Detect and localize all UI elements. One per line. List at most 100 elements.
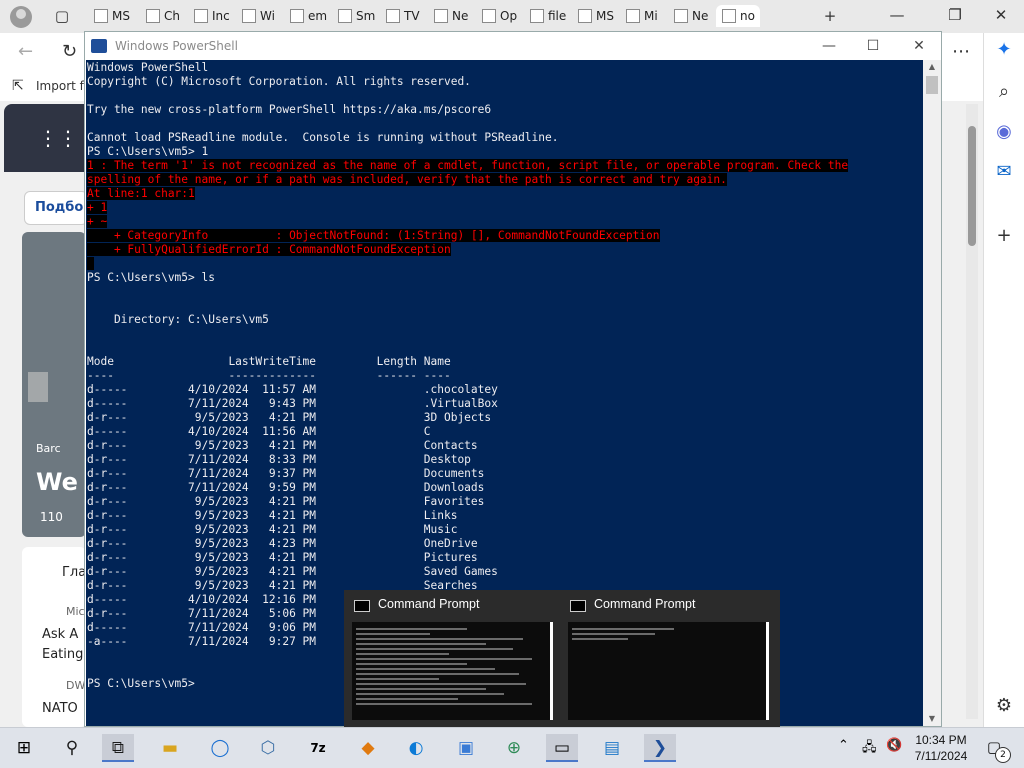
file-explorer-icon[interactable]: ▬: [154, 734, 186, 762]
browser-tab[interactable]: Mi: [620, 5, 670, 27]
virtualbox-icon[interactable]: ⬡: [252, 734, 284, 762]
scroll-up-icon[interactable]: ▲: [923, 60, 941, 74]
settings-gear-icon[interactable]: ⚙: [993, 695, 1015, 717]
tab-favicon-icon: [338, 9, 352, 23]
carousel-prev-icon[interactable]: [28, 372, 48, 402]
system-clock[interactable]: 10:34 PM 7/11/2024: [910, 732, 972, 764]
browser-tab[interactable]: Wi: [236, 5, 286, 27]
tab-label: Ne: [452, 9, 469, 23]
thumbnail-preview[interactable]: [568, 622, 769, 720]
console-line: d-r--- 9/5/2023 4:21 PM Saved Games: [87, 565, 848, 579]
thumbnail-command-prompt-2[interactable]: Command Prompt: [560, 590, 778, 728]
scroll-thumb[interactable]: [926, 76, 938, 94]
search-icon[interactable]: ⚲: [56, 734, 88, 762]
news-item-source: Mic: [66, 605, 85, 618]
browser-tab[interactable]: Sm: [332, 5, 382, 27]
news-card-image[interactable]: Barc We 110: [22, 232, 86, 537]
network-status-icon[interactable]: 🖧: [862, 738, 877, 760]
new-tab-button[interactable]: +: [818, 5, 842, 27]
console-line: d-r--- 7/11/2024 8:33 PM Desktop: [87, 453, 848, 467]
browser-tab[interactable]: Ne: [668, 5, 718, 27]
news-item-title[interactable]: Ask A: [42, 627, 78, 642]
console-line: d-r--- 7/11/2024 9:59 PM Downloads: [87, 481, 848, 495]
powershell-icon[interactable]: ❯: [644, 734, 676, 762]
browser-restore-icon[interactable]: ❐: [940, 4, 970, 26]
console-line-text: spelling of the name, or if a path was i…: [87, 173, 727, 186]
copilot-icon[interactable]: ✦: [993, 39, 1015, 61]
console-line-text: + FullyQualifiedErrorId : CommandNotFoun…: [87, 243, 451, 256]
browser-tab[interactable]: file: [524, 5, 574, 27]
taskbar-thumbnail-popup: Command Prompt Command Prompt: [344, 590, 780, 728]
pinned-app-icon[interactable]: ◆: [352, 734, 384, 762]
console-line-text: PS C:\Users\vm5> ls: [87, 271, 215, 284]
browser-close-icon[interactable]: ✕: [986, 4, 1016, 26]
minimize-button[interactable]: —: [811, 36, 847, 56]
tab-label: Op: [500, 9, 518, 23]
remote-desktop-icon[interactable]: ▤: [596, 734, 628, 762]
import-icon: ⇱: [12, 78, 24, 94]
console-line: d----- 4/10/2024 11:56 AM C: [87, 425, 848, 439]
more-menu-icon[interactable]: ⋯: [952, 41, 970, 62]
app-launcher-icon[interactable]: ⋮⋮: [38, 126, 78, 150]
task-view-icon[interactable]: ⧉: [102, 734, 134, 762]
outlook-icon[interactable]: ✉: [993, 161, 1015, 183]
console-line: d-r--- 9/5/2023 4:21 PM Links: [87, 509, 848, 523]
console-line: Try the new cross-platform PowerShell ht…: [87, 103, 848, 117]
browser-tab[interactable]: MS: [88, 5, 138, 27]
scroll-down-icon[interactable]: ▼: [923, 712, 941, 726]
console-error-line: [87, 257, 848, 271]
sidebar-search-icon[interactable]: ⌕: [993, 81, 1015, 103]
browser-tab[interactable]: em: [284, 5, 334, 27]
show-hidden-icons-icon[interactable]: ⌃: [838, 738, 849, 753]
profile-avatar-icon[interactable]: [10, 6, 32, 28]
7zip-icon[interactable]: 7z: [302, 734, 334, 762]
powershell-window-title: Windows PowerShell: [115, 39, 238, 53]
network-globe-icon[interactable]: ⊕: [498, 734, 530, 762]
browser-tab[interactable]: Ne: [428, 5, 478, 27]
back-icon[interactable]: ←: [18, 41, 33, 62]
console-line-text: d-r--- 9/5/2023 4:21 PM Links: [87, 509, 458, 522]
close-button[interactable]: ✕: [901, 36, 937, 56]
command-prompt-icon[interactable]: ▭: [546, 734, 578, 762]
browser-minimize-icon[interactable]: —: [882, 4, 912, 26]
add-sidebar-app-icon[interactable]: +: [993, 225, 1015, 247]
tab-label: Inc: [212, 9, 230, 23]
podbor-button[interactable]: Подбор: [24, 191, 93, 225]
thumbnail-preview[interactable]: [352, 622, 553, 720]
console-error-line: + 1: [87, 201, 848, 215]
browser-tab[interactable]: Ch: [140, 5, 190, 27]
browser-tab[interactable]: no: [716, 5, 760, 27]
thumbnail-command-prompt-1[interactable]: Command Prompt: [344, 590, 562, 728]
console-line: Windows PowerShell: [87, 61, 848, 75]
browser-tab[interactable]: Inc: [188, 5, 238, 27]
refresh-icon[interactable]: ↻: [62, 41, 77, 62]
browser-tab[interactable]: Op: [476, 5, 526, 27]
console-line-text: d-r--- 9/5/2023 4:21 PM Saved Games: [87, 565, 498, 578]
console-scrollbar[interactable]: ▲ ▼: [923, 60, 941, 726]
clock-time: 10:34 PM: [915, 733, 967, 747]
maximize-button[interactable]: ☐: [855, 36, 891, 56]
start-icon[interactable]: ⊞: [8, 734, 40, 762]
notification-center-icon[interactable]: ▢ 2: [984, 738, 1011, 763]
tab-actions-icon[interactable]: ▢: [50, 5, 74, 27]
import-favorites-link[interactable]: Import fa: [36, 79, 91, 93]
notification-count: 2: [995, 747, 1011, 763]
news-item-title-3[interactable]: NATO: [42, 701, 78, 716]
news-item-title-2[interactable]: Eating: [42, 647, 83, 662]
tab-favicon-icon: [722, 9, 736, 23]
console-line-text: ---- ------------- ------ ----: [87, 369, 451, 382]
browser-tab[interactable]: TV: [380, 5, 430, 27]
edge-icon[interactable]: ◐: [400, 734, 432, 762]
console-line-text: + ~: [87, 215, 108, 228]
control-panel-icon[interactable]: ▣: [450, 734, 482, 762]
powershell-title-bar[interactable]: Windows PowerShell — ☐ ✕: [85, 32, 941, 60]
tab-label: Mi: [644, 9, 658, 23]
volume-muted-icon[interactable]: 🔇: [886, 738, 902, 753]
news-item-source-2: DW: [66, 679, 86, 692]
browser-tab[interactable]: MS: [572, 5, 622, 27]
chromium-icon[interactable]: ◯: [204, 734, 236, 762]
page-scrollbar[interactable]: [966, 104, 978, 719]
sidebar-app-icon[interactable]: ◉: [993, 121, 1015, 143]
